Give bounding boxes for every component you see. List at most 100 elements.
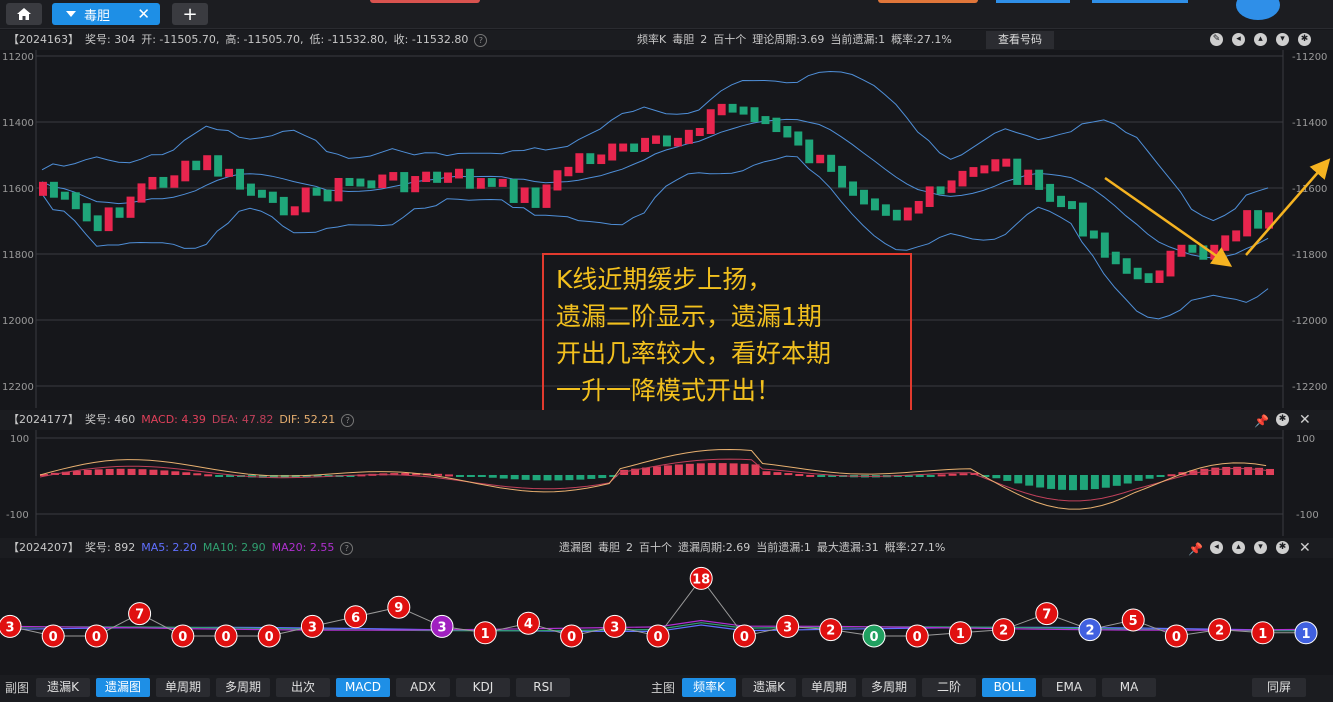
close-icon[interactable]: ✕ bbox=[137, 5, 150, 23]
down-icon[interactable]: ▾ bbox=[1254, 541, 1267, 554]
y-tick-right: -11400 bbox=[1292, 118, 1327, 129]
candle bbox=[980, 165, 989, 174]
sub-btn-rsi[interactable]: RSI bbox=[516, 678, 570, 697]
close-icon[interactable]: ✕ bbox=[1299, 410, 1311, 430]
macd-bar bbox=[532, 475, 541, 481]
miss-point-label: 0 bbox=[869, 630, 878, 645]
miss-point-label: 3 bbox=[5, 620, 14, 635]
y-tick-right: -100 bbox=[1296, 510, 1319, 521]
candle bbox=[553, 170, 562, 191]
back-icon[interactable]: ◂ bbox=[1210, 541, 1223, 554]
view-code-button[interactable]: 查看号码 bbox=[986, 31, 1054, 49]
back-icon[interactable]: ◂ bbox=[1232, 33, 1245, 46]
candle bbox=[334, 177, 343, 202]
main-btn-multi[interactable]: 多周期 bbox=[862, 678, 916, 697]
chat-icon[interactable] bbox=[1236, 0, 1280, 20]
up-icon[interactable]: ▴ bbox=[1232, 541, 1245, 554]
candle bbox=[652, 135, 660, 144]
candle bbox=[1111, 251, 1120, 265]
gear-icon[interactable]: ✱ bbox=[1276, 541, 1289, 554]
sub-btn-miss-chart[interactable]: 遗漏图 bbox=[96, 678, 150, 697]
miss-point-label: 3 bbox=[783, 620, 792, 635]
down-icon[interactable]: ▾ bbox=[1276, 33, 1289, 46]
close-icon[interactable]: ✕ bbox=[1299, 538, 1311, 558]
macd-bar bbox=[543, 475, 552, 481]
candle bbox=[969, 167, 978, 177]
fullscreen-button[interactable]: 同屏 bbox=[1252, 678, 1306, 697]
y-tick-right: -11600 bbox=[1292, 184, 1327, 195]
candle bbox=[82, 203, 91, 222]
macd-bar bbox=[784, 473, 793, 476]
sub-btn-miss-k[interactable]: 遗漏K bbox=[36, 678, 90, 697]
y-tick-left: 12000 bbox=[2, 316, 34, 327]
macd-bar bbox=[663, 465, 672, 475]
miss-chart[interactable]: 30 070 0 03693 140301803 2 0 0 1 27250 2 1 1 bbox=[0, 558, 1333, 674]
candle bbox=[1100, 232, 1109, 258]
candle bbox=[1188, 244, 1197, 253]
miss-point-label: 0 bbox=[653, 630, 662, 645]
macd-bar bbox=[1101, 475, 1110, 488]
main-btn-second[interactable]: 二阶 bbox=[922, 678, 976, 697]
sub-btn-kdj[interactable]: KDJ bbox=[456, 678, 510, 697]
main-btn-ma[interactable]: MA bbox=[1102, 678, 1156, 697]
macd-bar bbox=[94, 469, 103, 475]
candle bbox=[400, 172, 409, 193]
main-btn-boll[interactable]: BOLL bbox=[982, 678, 1036, 697]
sub-btn-multi[interactable]: 多周期 bbox=[216, 678, 270, 697]
macd-bar bbox=[138, 469, 147, 475]
sub-btn-single[interactable]: 单周期 bbox=[156, 678, 210, 697]
candle bbox=[641, 137, 650, 152]
macd-bar bbox=[685, 463, 694, 475]
up-icon[interactable]: ▴ bbox=[1254, 33, 1267, 46]
macd-bar bbox=[1069, 475, 1077, 491]
help-icon[interactable]: ? bbox=[474, 33, 488, 47]
candle bbox=[739, 106, 748, 115]
main-btn-ema[interactable]: EMA bbox=[1042, 678, 1096, 697]
miss-point-label: 3 bbox=[610, 620, 619, 635]
candle bbox=[947, 180, 956, 193]
theory-period: 理论周期:3.69 bbox=[752, 33, 825, 46]
candle bbox=[203, 155, 212, 171]
y-tick-left: 12200 bbox=[2, 382, 34, 393]
chart-name: 毒胆 bbox=[672, 33, 695, 46]
tab-active[interactable]: 毒胆 ✕ bbox=[52, 3, 160, 25]
home-tab[interactable] bbox=[6, 3, 42, 25]
candle bbox=[236, 168, 244, 190]
macd-bar bbox=[1266, 468, 1274, 475]
miss-info-bar: 【2024207】 奖号: 892 MA5: 2.20 MA10: 2.90 MA20:… bbox=[0, 538, 1333, 558]
sub-btn-adx[interactable]: ADX bbox=[396, 678, 450, 697]
candle bbox=[706, 109, 715, 134]
macd-bar bbox=[959, 473, 968, 476]
sub-btn-macd[interactable]: MACD bbox=[336, 678, 390, 697]
candle bbox=[958, 170, 967, 187]
help-icon[interactable]: ? bbox=[341, 413, 355, 427]
candle bbox=[1068, 201, 1076, 210]
top-decor bbox=[878, 0, 978, 3]
gear-icon[interactable]: ✱ bbox=[1298, 33, 1311, 46]
candle bbox=[268, 191, 277, 203]
macd-bar bbox=[718, 463, 727, 475]
y-tick-left: 100 bbox=[10, 434, 29, 445]
macd-bar bbox=[740, 463, 749, 475]
candle bbox=[805, 139, 814, 164]
pen-icon[interactable]: ✎ bbox=[1210, 33, 1223, 46]
candle bbox=[881, 204, 890, 216]
candle bbox=[170, 175, 179, 188]
miss-point-label: 1 bbox=[481, 627, 490, 642]
dif-value: DIF: 52.21 bbox=[279, 413, 336, 426]
macd-bar bbox=[116, 468, 125, 475]
pin-icon[interactable]: 📌 bbox=[1188, 539, 1203, 559]
macd-chart[interactable]: 100 -100 100 -100 bbox=[0, 430, 1333, 536]
gear-icon[interactable]: ✱ bbox=[1276, 413, 1289, 426]
candle bbox=[104, 207, 113, 232]
candle bbox=[1024, 169, 1033, 185]
main-btn-single[interactable]: 单周期 bbox=[802, 678, 856, 697]
pin-icon[interactable]: 📌 bbox=[1254, 411, 1269, 431]
sub-chart-label: 副图 bbox=[5, 681, 30, 695]
sub-btn-count[interactable]: 出次 bbox=[276, 678, 330, 697]
help-icon[interactable]: ? bbox=[340, 541, 354, 555]
main-btn-miss-k[interactable]: 遗漏K bbox=[742, 678, 796, 697]
miss-point-label: 0 bbox=[178, 630, 187, 645]
add-tab-button[interactable]: + bbox=[172, 3, 208, 25]
main-btn-freq-k[interactable]: 频率K bbox=[682, 678, 736, 697]
